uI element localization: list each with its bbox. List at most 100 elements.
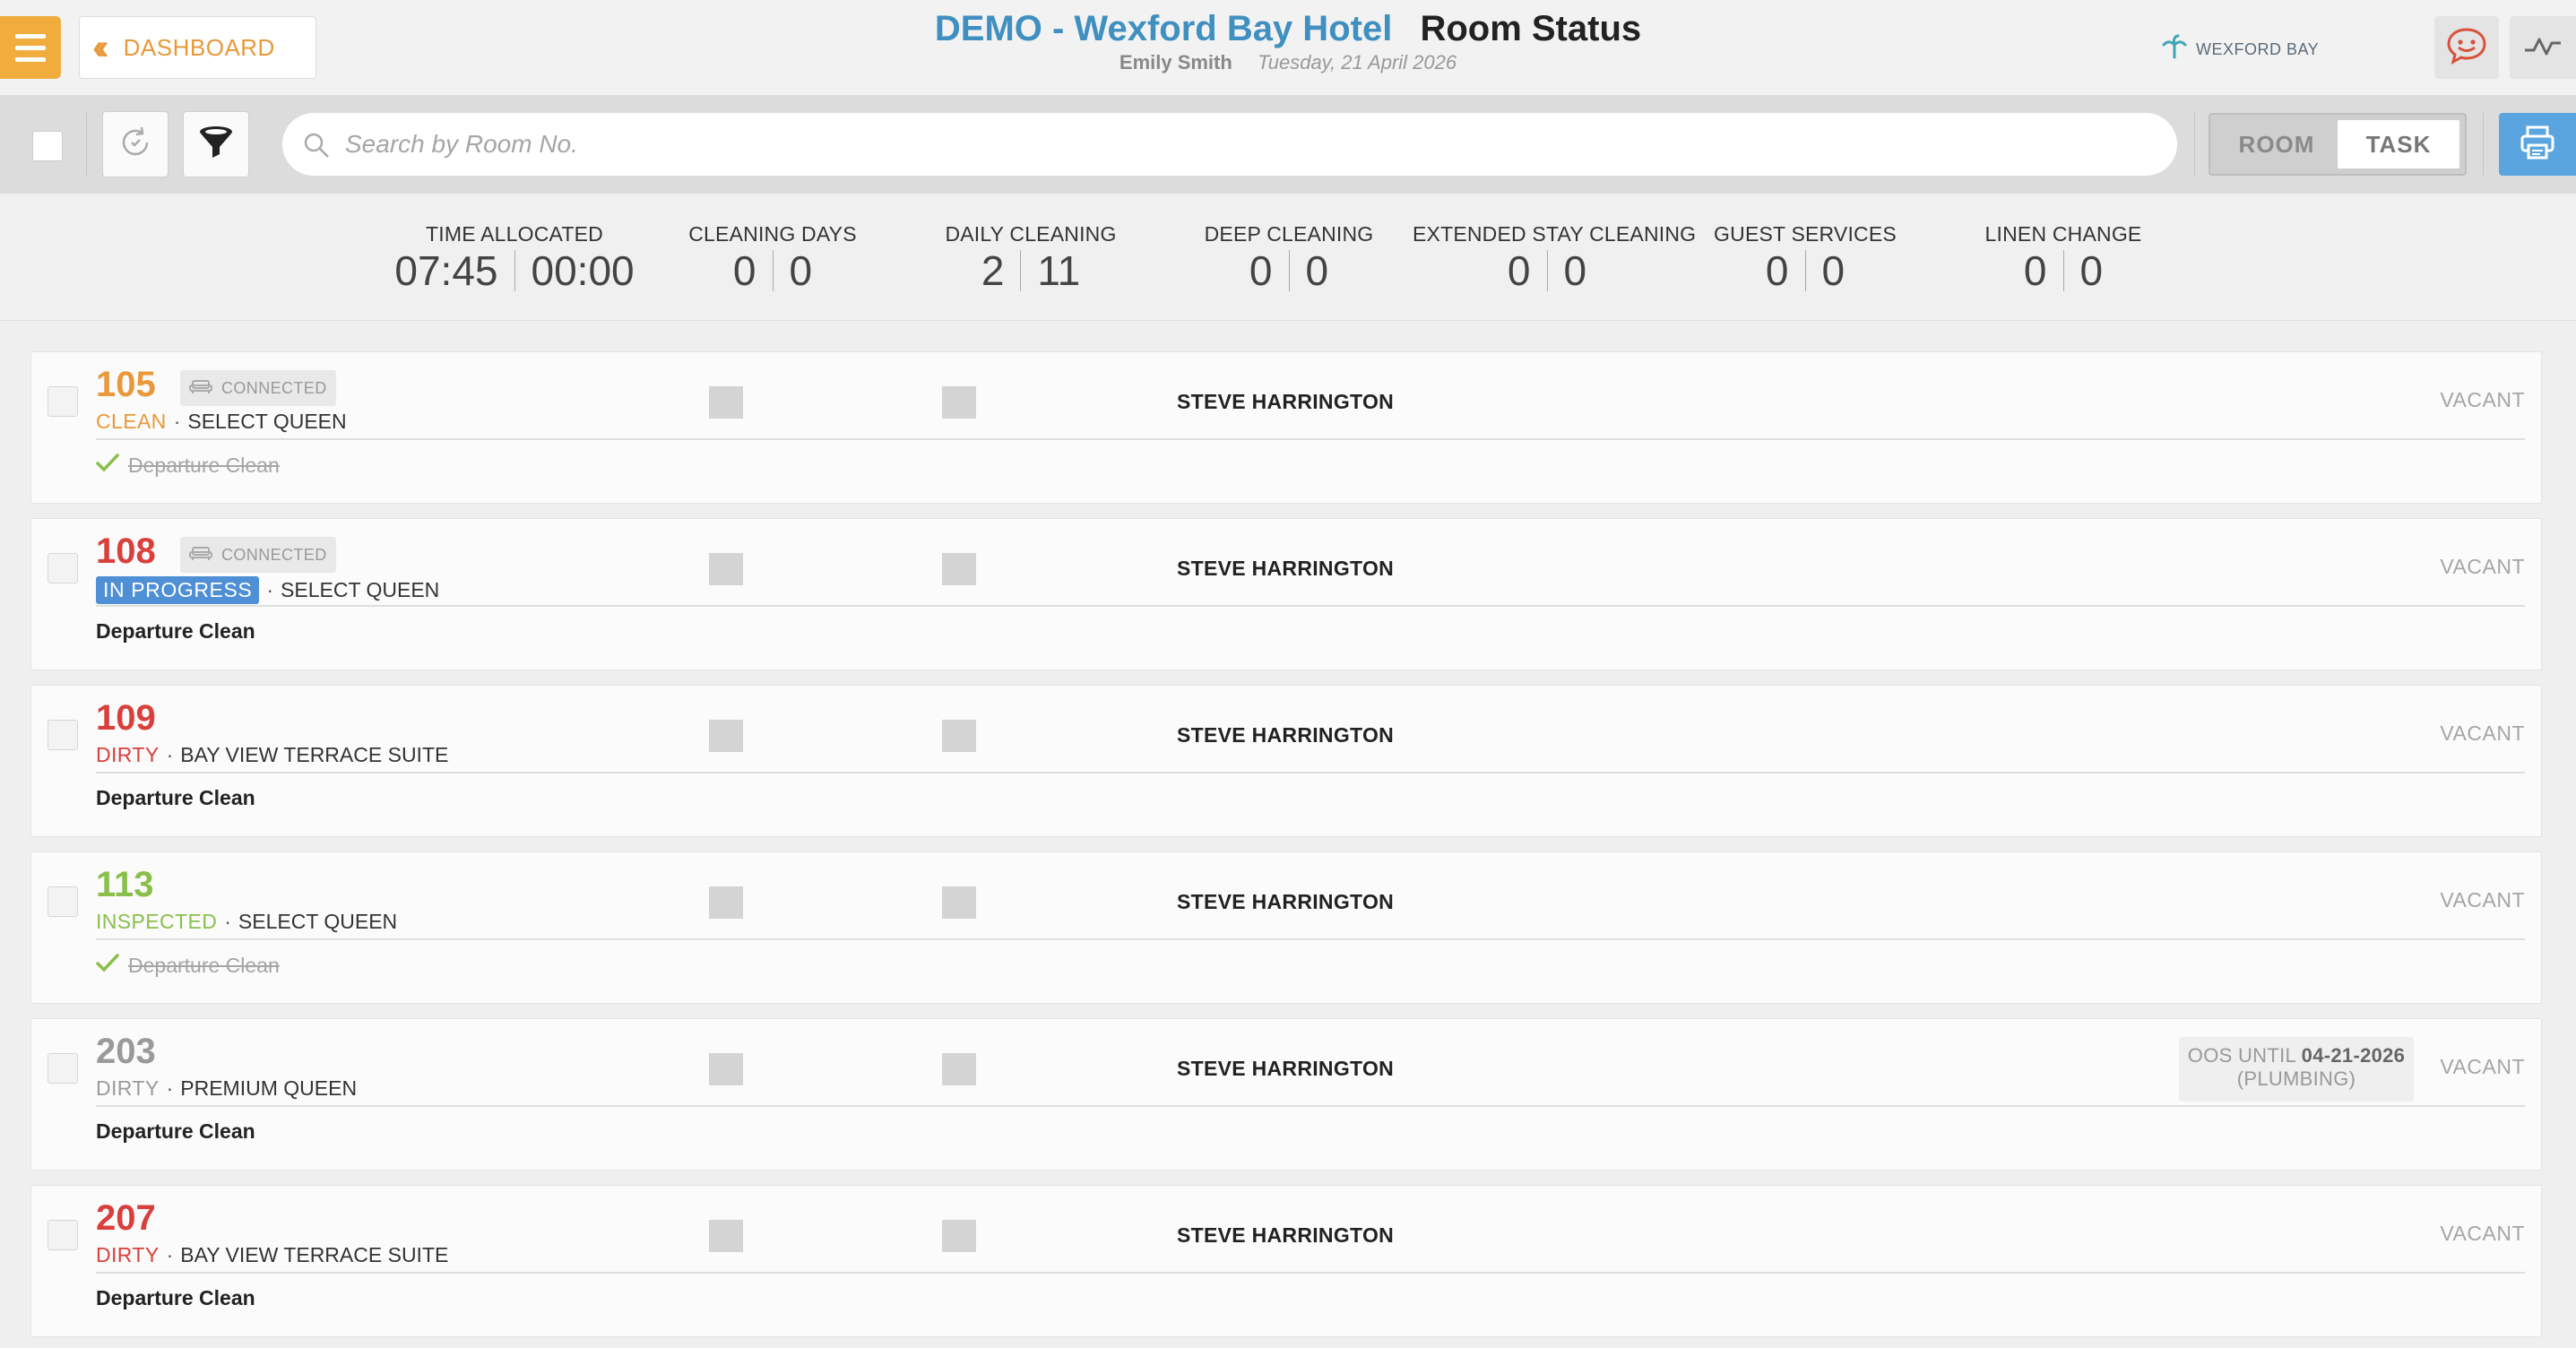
stat-value-allocated: 07:45 xyxy=(394,247,498,294)
chat-button[interactable] xyxy=(2434,16,2499,79)
room-checkbox[interactable] xyxy=(48,386,78,417)
occupancy-status: VACANT xyxy=(2440,722,2525,745)
room-row[interactable]: 203 DIRTY · PREMIUM QUEEN Departure Clean STE… xyxy=(30,1018,2542,1171)
connected-label: CONNECTED xyxy=(221,545,327,564)
room-status: CLEAN xyxy=(96,410,167,433)
room-number: 108 xyxy=(96,531,156,571)
inspection-indicator xyxy=(942,720,976,752)
stats-bar: TIME ALLOCATED 07:45 00:00 CLEANING DAYS 0 0 D… xyxy=(0,194,2576,321)
palm-leaf-icon xyxy=(2162,34,2187,65)
cleaning-indicator xyxy=(709,1053,743,1085)
room-type: BAY VIEW TERRACE SUITE xyxy=(180,743,449,766)
assigned-staff[interactable]: STEVE HARRINGTON xyxy=(1177,557,1394,581)
task-item[interactable]: Departure Clean xyxy=(96,953,280,978)
cleaning-indicator xyxy=(709,386,743,419)
room-type: SELECT QUEEN xyxy=(187,410,347,433)
task-item[interactable]: Departure Clean xyxy=(96,786,255,810)
user-name: Emily Smith xyxy=(1119,51,1232,73)
room-checkbox[interactable] xyxy=(48,886,78,917)
task-item[interactable]: Departure Clean xyxy=(96,1119,255,1144)
assigned-staff[interactable]: STEVE HARRINGTON xyxy=(1177,890,1394,914)
search-bar[interactable] xyxy=(282,113,2177,176)
inspection-indicator xyxy=(942,386,976,419)
stat-label: EXTENDED STAY CLEANING xyxy=(1413,222,1697,246)
activity-button[interactable] xyxy=(2510,16,2576,79)
stat-value-allocated: 0 xyxy=(1765,247,1789,294)
stat-label: LINEN CHANGE xyxy=(1984,222,2142,246)
filter-funnel-icon xyxy=(196,124,236,166)
room-row[interactable]: 105 CONNECTED CLEAN · SELECT QUEEN Departure … xyxy=(30,351,2542,504)
task-label: Departure Clean xyxy=(128,453,280,477)
room-type: SELECT QUEEN xyxy=(238,910,398,933)
view-toggle-room[interactable]: ROOM xyxy=(2216,120,2338,168)
task-item[interactable]: Departure Clean xyxy=(96,453,280,478)
hotel-logo-text: WEXFORD BAY xyxy=(2196,40,2320,58)
room-number: 207 xyxy=(96,1198,156,1238)
status-badge: IN PROGRESS xyxy=(96,576,260,604)
stat-label: DAILY CLEANING xyxy=(945,222,1117,246)
toolbar: ROOM TASK xyxy=(0,95,2576,194)
room-status: DIRTY xyxy=(96,743,160,766)
printer-icon xyxy=(2519,124,2556,166)
assigned-staff[interactable]: STEVE HARRINGTON xyxy=(1177,1223,1394,1248)
refresh-button[interactable] xyxy=(102,111,169,177)
room-status: DIRTY xyxy=(96,1243,160,1266)
occupancy-status: VACANT xyxy=(2440,888,2525,912)
view-toggle-task[interactable]: TASK xyxy=(2338,120,2459,168)
room-row[interactable]: 109 DIRTY · BAY VIEW TERRACE SUITE Departure… xyxy=(30,685,2542,837)
stat-value-used: 11 xyxy=(1037,247,1081,294)
room-number: 203 xyxy=(96,1032,156,1071)
inspection-indicator xyxy=(942,886,976,919)
occupancy-status: VACANT xyxy=(2440,555,2525,578)
task-item[interactable]: Departure Clean xyxy=(96,619,255,644)
view-toggle: ROOM TASK xyxy=(2209,113,2467,176)
room-row[interactable]: 108 CONNECTED IN PROGRESS · SELECT QUEEN Depa… xyxy=(30,518,2542,670)
search-icon xyxy=(302,131,331,164)
checkmark-icon xyxy=(96,953,119,978)
sofa-icon xyxy=(189,545,212,566)
stat-value-used: 00:00 xyxy=(531,247,635,294)
stat-value-used: 0 xyxy=(1563,247,1587,294)
search-input[interactable] xyxy=(345,130,2177,159)
room-row[interactable]: 113 INSPECTED · SELECT QUEEN Departure Clean… xyxy=(30,851,2542,1004)
task-label: Departure Clean xyxy=(96,1119,255,1143)
stat-value-used: 0 xyxy=(1305,247,1329,294)
room-row[interactable]: 207 DIRTY · BAY VIEW TERRACE SUITE Departure… xyxy=(30,1185,2542,1337)
assigned-staff[interactable]: STEVE HARRINGTON xyxy=(1177,1057,1394,1081)
inspection-indicator xyxy=(942,1220,976,1252)
stat-value-allocated: 0 xyxy=(1249,247,1273,294)
room-type: BAY VIEW TERRACE SUITE xyxy=(180,1243,449,1266)
print-button[interactable] xyxy=(2499,113,2576,176)
stat-value-used: 0 xyxy=(789,247,813,294)
inspection-indicator xyxy=(942,1053,976,1085)
filter-button[interactable] xyxy=(183,111,249,177)
cleaning-indicator xyxy=(709,720,743,752)
top-bar: ‹‹ DASHBOARD DEMO - Wexford Bay Hotel Ro… xyxy=(0,0,2576,95)
room-number: 109 xyxy=(96,698,156,738)
assigned-staff[interactable]: STEVE HARRINGTON xyxy=(1177,723,1394,747)
room-number: 113 xyxy=(96,865,154,904)
activity-line-icon xyxy=(2523,32,2563,64)
checkmark-icon xyxy=(96,453,119,478)
room-checkbox[interactable] xyxy=(48,553,78,583)
occupancy-status: VACANT xyxy=(2440,388,2525,411)
stat-value-allocated: 2 xyxy=(981,247,1005,294)
task-label: Departure Clean xyxy=(96,619,255,643)
select-all-checkbox[interactable] xyxy=(32,131,63,161)
room-checkbox[interactable] xyxy=(48,720,78,750)
occupancy-status: VACANT xyxy=(2440,1222,2525,1245)
room-type: SELECT QUEEN xyxy=(281,578,440,601)
room-status: DIRTY xyxy=(96,1076,160,1100)
task-label: Departure Clean xyxy=(96,1286,255,1309)
room-checkbox[interactable] xyxy=(48,1053,78,1084)
room-type: PREMIUM QUEEN xyxy=(180,1076,358,1100)
stat-label: GUEST SERVICES xyxy=(1714,222,1897,246)
stat-extended-stay-cleaning: EXTENDED STAY CLEANING 0 0 xyxy=(1413,222,1697,294)
room-checkbox[interactable] xyxy=(48,1220,78,1250)
connected-badge: CONNECTED xyxy=(180,537,336,573)
stat-cleaning-days: CLEANING DAYS 0 0 xyxy=(638,222,907,294)
stat-time-allocated: TIME ALLOCATED 07:45 00:00 xyxy=(380,222,649,294)
out-of-service-note: OOS UNTIL 04-21-2026 (PLUMBING) xyxy=(2179,1037,2414,1102)
assigned-staff[interactable]: STEVE HARRINGTON xyxy=(1177,390,1394,414)
task-item[interactable]: Departure Clean xyxy=(96,1286,255,1310)
